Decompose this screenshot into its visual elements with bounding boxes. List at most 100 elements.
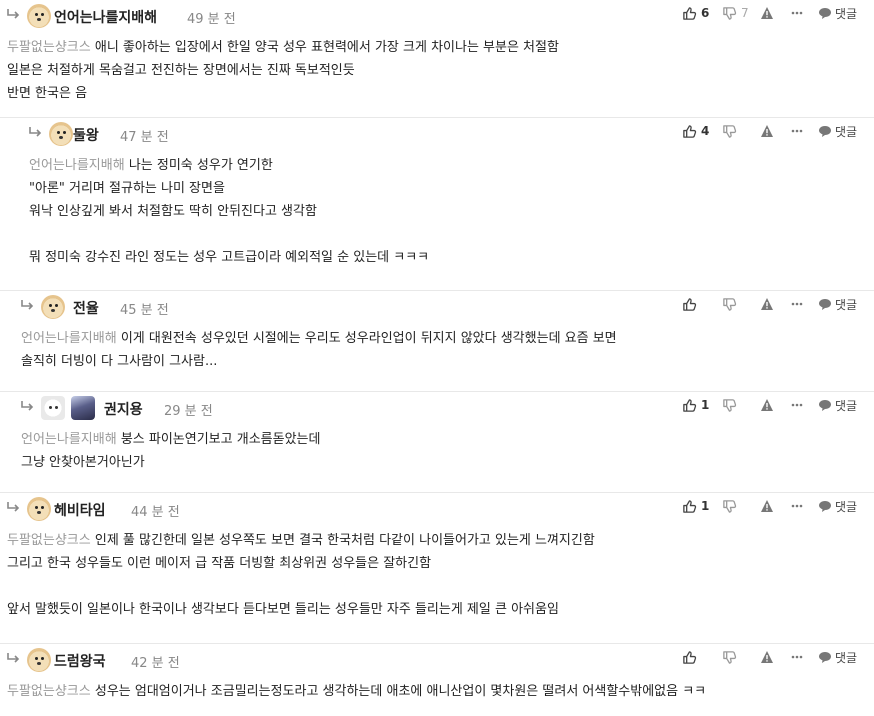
comment-line: 반면 한국은 음: [7, 82, 874, 105]
thumbs-down-icon: [722, 499, 737, 514]
thumbs-down-icon: [722, 297, 737, 312]
comment-text: 붕스 파이논연기보고 개소름돋았는데: [120, 432, 321, 447]
comment-text: 솔직히 더빙이 다 그사람이 그사람...: [21, 354, 218, 369]
thumbs-up-icon: [682, 499, 697, 514]
comment-actions: 1 댓글: [0, 392, 874, 418]
comment-header: 둘왕 47 분 전 4 댓글: [0, 118, 874, 148]
speech-bubble-icon: [818, 499, 832, 513]
reply-button[interactable]: 댓글: [818, 396, 857, 414]
comment-item: 권지용 29 분 전 1 댓글 언어는나를지배해 붕스 파이논연기보고 개소름돋았는데 그…: [0, 391, 874, 491]
dislike-button[interactable]: [722, 396, 737, 414]
comment-item: 둘왕 47 분 전 4 댓글 언어는나를지배해 나는 정미숙 성우가 연기한 "아론" 거…: [0, 117, 874, 289]
more-icon: [790, 297, 804, 311]
comment-item: 언어는나를지배해 49 분 전 6 7 댓글 두팔없는샹크스 애니 좋아하는 입장에서 한…: [0, 0, 874, 116]
like-button[interactable]: 4: [682, 122, 709, 140]
like-button[interactable]: 6: [682, 4, 709, 22]
comment-line: [7, 575, 874, 598]
comment-text: 애니 좋아하는 입장에서 한일 양국 성우 표현력에서 가장 크게 차이나는 부…: [94, 40, 559, 55]
report-icon: [760, 297, 774, 311]
comment-item: 드럼왕국 42 분 전 댓글두팔없는샹크스 성우는 엄대엄이거나 조금밀리는정도라고…: [0, 643, 874, 716]
like-count: 1: [701, 398, 710, 412]
more-button[interactable]: [790, 497, 804, 515]
comment-line: 언어는나를지배해 나는 정미숙 성우가 연기한: [29, 154, 874, 177]
comment-thread: 언어는나를지배해 49 분 전 6 7 댓글 두팔없는샹크스 애니 좋아하는 입장에서 한…: [0, 0, 874, 716]
comment-text: "아론" 거리며 절규하는 나미 장면을: [29, 181, 225, 196]
thumbs-down-icon: [722, 124, 737, 139]
comment-line: 솔직히 더빙이 다 그사람이 그사람...: [21, 350, 874, 373]
comment-actions: 댓글: [0, 291, 874, 317]
more-button[interactable]: [790, 295, 804, 313]
more-button[interactable]: [790, 4, 804, 22]
reply-button[interactable]: 댓글: [818, 295, 857, 313]
comment-text: 앞서 말했듯이 일본이나 한국이나 생각보다 듣다보면 들리는 성우들만 자주 …: [7, 602, 559, 617]
comment-item: 헤비타임 44 분 전 1 댓글 두팔없는샹크스 인제 풀 많긴한데 일본 성우쪽도 보…: [0, 492, 874, 642]
thumbs-down-icon: [722, 650, 737, 665]
mention-tag[interactable]: 언어는나를지배해: [29, 158, 125, 173]
report-button[interactable]: [760, 497, 774, 515]
like-button[interactable]: [682, 295, 697, 313]
report-button[interactable]: [760, 4, 774, 22]
dislike-button[interactable]: [722, 122, 737, 140]
dislike-button[interactable]: [722, 497, 737, 515]
speech-bubble-icon: [818, 398, 832, 412]
comment-text: 성우는 엄대엄이거나 조금밀리는정도라고 생각하는데 애초에 애니산업이 몇차원…: [94, 684, 707, 699]
reply-button[interactable]: 댓글: [818, 497, 857, 515]
mention-tag[interactable]: 두팔없는샹크스: [7, 684, 91, 699]
thumbs-up-icon: [682, 6, 697, 21]
more-icon: [790, 6, 804, 20]
mention-tag[interactable]: 언어는나를지배해: [21, 331, 117, 346]
comment-text: 반면 한국은 음: [7, 86, 88, 101]
dislike-button[interactable]: [722, 648, 737, 666]
comment-header: 권지용 29 분 전 1 댓글: [0, 392, 874, 422]
report-icon: [760, 499, 774, 513]
comment-header: 전율 45 분 전 댓글: [0, 291, 874, 321]
mention-tag[interactable]: 두팔없는샹크스: [7, 40, 91, 55]
comment-line: 앞서 말했듯이 일본이나 한국이나 생각보다 듣다보면 들리는 성우들만 자주 …: [7, 598, 874, 621]
reply-button-label: 댓글: [835, 124, 858, 139]
thumbs-up-icon: [682, 398, 697, 413]
comment-line: 두팔없는샹크스 성우는 엄대엄이거나 조금밀리는정도라고 생각하는데 애초에 애…: [7, 680, 874, 703]
comment-text: 뭐 정미숙 강수진 라인 정도는 성우 고트급이라 예외적일 순 있는데 ㅋㅋㅋ: [29, 250, 430, 265]
comment-actions: 댓글: [0, 644, 874, 670]
report-button[interactable]: [760, 295, 774, 313]
comment-line: 뭐 정미숙 강수진 라인 정도는 성우 고트급이라 예외적일 순 있는데 ㅋㅋㅋ: [29, 246, 874, 269]
more-button[interactable]: [790, 122, 804, 140]
dislike-button[interactable]: [722, 295, 737, 313]
comment-body: 두팔없는샹크스 성우는 엄대엄이거나 조금밀리는정도라고 생각하는데 애초에 애…: [7, 680, 874, 703]
more-button[interactable]: [790, 396, 804, 414]
comment-header: 드럼왕국 42 분 전 댓글: [0, 644, 874, 674]
comment-header: 헤비타임 44 분 전 1 댓글: [0, 493, 874, 523]
dislike-button[interactable]: 7: [722, 4, 749, 22]
report-button[interactable]: [760, 396, 774, 414]
report-icon: [760, 398, 774, 412]
mention-tag[interactable]: 두팔없는샹크스: [7, 533, 91, 548]
like-button[interactable]: [682, 648, 697, 666]
like-button[interactable]: 1: [682, 497, 709, 515]
report-button[interactable]: [760, 122, 774, 140]
like-button[interactable]: 1: [682, 396, 709, 414]
comment-body: 두팔없는샹크스 애니 좋아하는 입장에서 한일 양국 성우 표현력에서 가장 크…: [7, 36, 874, 105]
comment-line: 워낙 인상깊게 봐서 처절함도 딱히 안뒤진다고 생각함: [29, 200, 874, 223]
reply-button[interactable]: 댓글: [818, 4, 857, 22]
comment-actions: 6 7 댓글: [0, 0, 874, 26]
reply-button[interactable]: 댓글: [818, 648, 857, 666]
mention-tag[interactable]: 언어는나를지배해: [21, 432, 117, 447]
comment-line: 두팔없는샹크스 인제 풀 많긴한데 일본 성우쪽도 보면 결국 한국처럼 다같이…: [7, 529, 874, 552]
speech-bubble-icon: [818, 650, 832, 664]
comment-line: [29, 223, 874, 246]
thumbs-down-icon: [722, 6, 737, 21]
comment-line: "아론" 거리며 절규하는 나미 장면을: [29, 177, 874, 200]
reply-button[interactable]: 댓글: [818, 122, 857, 140]
speech-bubble-icon: [818, 6, 832, 20]
comment-actions: 4 댓글: [0, 118, 874, 144]
reply-button-label: 댓글: [835, 499, 858, 514]
reply-button-label: 댓글: [835, 398, 858, 413]
comment-body: 언어는나를지배해 붕스 파이논연기보고 개소름돋았는데 그냥 안찾아본거아닌가: [21, 428, 874, 474]
more-button[interactable]: [790, 648, 804, 666]
like-count: 4: [701, 124, 710, 138]
report-button[interactable]: [760, 648, 774, 666]
thumbs-down-icon: [722, 398, 737, 413]
comment-header: 언어는나를지배해 49 분 전 6 7 댓글: [0, 0, 874, 30]
comment-line: 그리고 한국 성우들도 이런 메이저 급 작품 더빙할 최상위권 성우들은 잘하…: [7, 552, 874, 575]
more-icon: [790, 499, 804, 513]
